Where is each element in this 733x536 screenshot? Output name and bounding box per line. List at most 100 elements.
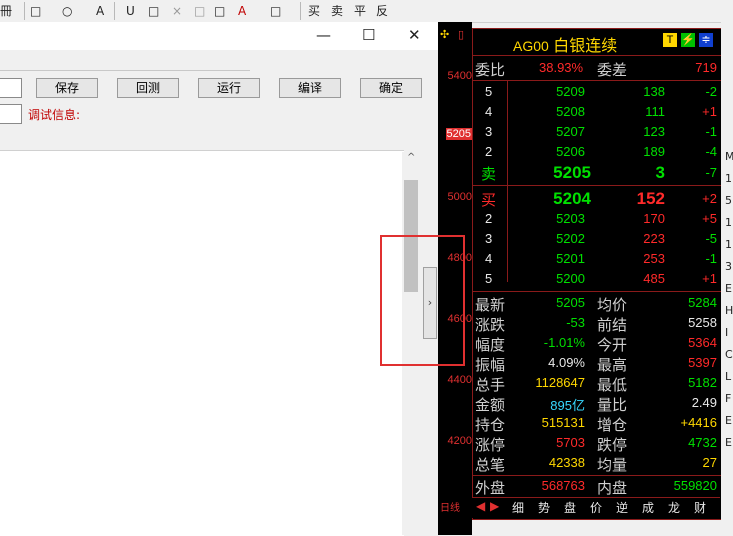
stat-label: 最高: [597, 357, 628, 374]
bid-volume: 253: [643, 251, 665, 266]
best-bid-price: 5204: [553, 189, 591, 208]
debug-info-label: 调试信息:: [28, 108, 81, 122]
save-icon[interactable]: □: [270, 3, 281, 19]
close-button[interactable]: ✕: [408, 26, 421, 44]
stat-value: 27: [702, 455, 717, 470]
stat-value: 4.09%: [548, 355, 585, 370]
ask-change: -1: [705, 124, 717, 139]
highlight-box: [380, 235, 465, 366]
reverse-button[interactable]: 反: [376, 3, 388, 19]
ask-change: -2: [705, 84, 717, 99]
stat-value: 5205: [556, 295, 585, 310]
partial-text: E: [725, 282, 732, 295]
toolbar-separator: [24, 2, 25, 20]
code-editor-area[interactable]: [0, 150, 404, 536]
y-tick-label: 4400: [447, 374, 472, 386]
divider: [473, 55, 721, 56]
stat-label: 总笔: [475, 457, 506, 474]
stat-label: 总手: [475, 377, 506, 394]
tab-next-icon[interactable]: ▶: [490, 499, 499, 513]
param-field[interactable]: [0, 104, 22, 124]
partial-text: M: [725, 150, 733, 163]
stat-value: 42338: [548, 455, 585, 470]
magnet-tool-icon[interactable]: U: [126, 3, 135, 19]
inner-volume-value: 559820: [673, 478, 717, 493]
tab-price[interactable]: 价: [590, 499, 602, 516]
text-tool-icon[interactable]: A: [96, 3, 104, 19]
stat-label: 振幅: [475, 357, 506, 374]
stat-label: 量比: [597, 397, 628, 414]
trash-icon[interactable]: □: [194, 3, 205, 19]
stat-value: -53: [566, 315, 585, 330]
best-bid-volume: 152: [636, 189, 665, 208]
close-position-button[interactable]: 平: [354, 3, 366, 19]
tab-dragon[interactable]: 龙: [668, 499, 680, 516]
tab-trend[interactable]: 势: [538, 499, 550, 516]
delete-icon[interactable]: ×: [172, 3, 182, 19]
ask-level: 4: [485, 104, 493, 119]
partial-text: 1: [725, 238, 732, 251]
copy-tool-icon[interactable]: □: [148, 3, 159, 19]
bid-change: +5: [702, 211, 717, 226]
tab-orderbook[interactable]: 盘: [564, 499, 576, 516]
tab-trades[interactable]: 成: [642, 499, 654, 516]
divider: [473, 291, 721, 292]
stat-value: 895亿: [550, 398, 585, 413]
tab-reverse[interactable]: 逆: [616, 499, 628, 516]
text-color-icon[interactable]: A: [238, 3, 246, 19]
save-button[interactable]: 保存: [36, 78, 98, 98]
stat-value: -1.01%: [543, 335, 585, 350]
chart-window-icon[interactable]: ▯: [458, 28, 464, 41]
ask-price: 5206: [556, 144, 585, 159]
chart-settings-icon[interactable]: ✣: [440, 28, 449, 41]
tab-finance[interactable]: 财: [694, 499, 706, 516]
bid-change: -1: [705, 251, 717, 266]
best-ask-volume: 3: [655, 163, 665, 182]
divider: [473, 475, 721, 476]
bid-volume: 485: [643, 271, 665, 286]
stat-label: 前结: [597, 317, 628, 334]
ask-level: 2: [485, 144, 493, 159]
divider: [507, 80, 508, 282]
stat-value: 5364: [688, 335, 717, 350]
confirm-button[interactable]: 确定: [360, 78, 422, 98]
sell-label: 卖: [481, 166, 497, 183]
buy-button[interactable]: 买: [308, 3, 320, 19]
inner-volume-label: 内盘: [597, 480, 628, 497]
ask-price: 5207: [556, 124, 585, 139]
right-partial-panel: M 1 5 1 1 3 E H I C L F E E: [721, 22, 733, 535]
minimize-button[interactable]: —: [316, 26, 331, 44]
compile-button[interactable]: 编译: [279, 78, 341, 98]
ellipse-tool-icon[interactable]: ○: [62, 3, 72, 19]
partial-text: 5: [725, 194, 732, 207]
trade-icon[interactable]: T: [663, 33, 677, 47]
sell-button[interactable]: 卖: [331, 3, 343, 19]
lock-icon[interactable]: □: [214, 3, 225, 19]
tab-detail[interactable]: 细: [512, 499, 524, 516]
flash-icon[interactable]: ⚡: [681, 33, 695, 47]
bid-level: 3: [485, 231, 493, 246]
rectangle-tool-icon[interactable]: □: [30, 3, 41, 19]
tab-prev-icon[interactable]: ◀: [476, 499, 485, 513]
divider: [0, 70, 250, 71]
stat-label: 增仓: [597, 417, 628, 434]
stat-label: 涨跌: [475, 317, 506, 334]
stat-value: 515131: [541, 415, 585, 430]
grid-tool-icon[interactable]: 冊: [0, 3, 12, 19]
stat-value: 5703: [556, 435, 585, 450]
partial-text: F: [725, 392, 732, 405]
bid-level: 5: [485, 271, 493, 286]
name-field[interactable]: [0, 78, 22, 98]
stat-label: 跌停: [597, 437, 628, 454]
maximize-button[interactable]: ☐: [362, 26, 375, 44]
partial-text: 3: [725, 260, 732, 273]
y-tick-label: 5000: [447, 191, 472, 203]
switch-icon[interactable]: ≑: [699, 33, 713, 47]
run-button[interactable]: 运行: [198, 78, 260, 98]
weicha-value: 719: [695, 60, 717, 75]
scroll-up-icon[interactable]: ^: [407, 152, 415, 163]
backtest-button[interactable]: 回测: [117, 78, 179, 98]
bid-level: 2: [485, 211, 493, 226]
stat-label: 持仓: [475, 417, 506, 434]
stat-label: 涨停: [475, 437, 506, 454]
